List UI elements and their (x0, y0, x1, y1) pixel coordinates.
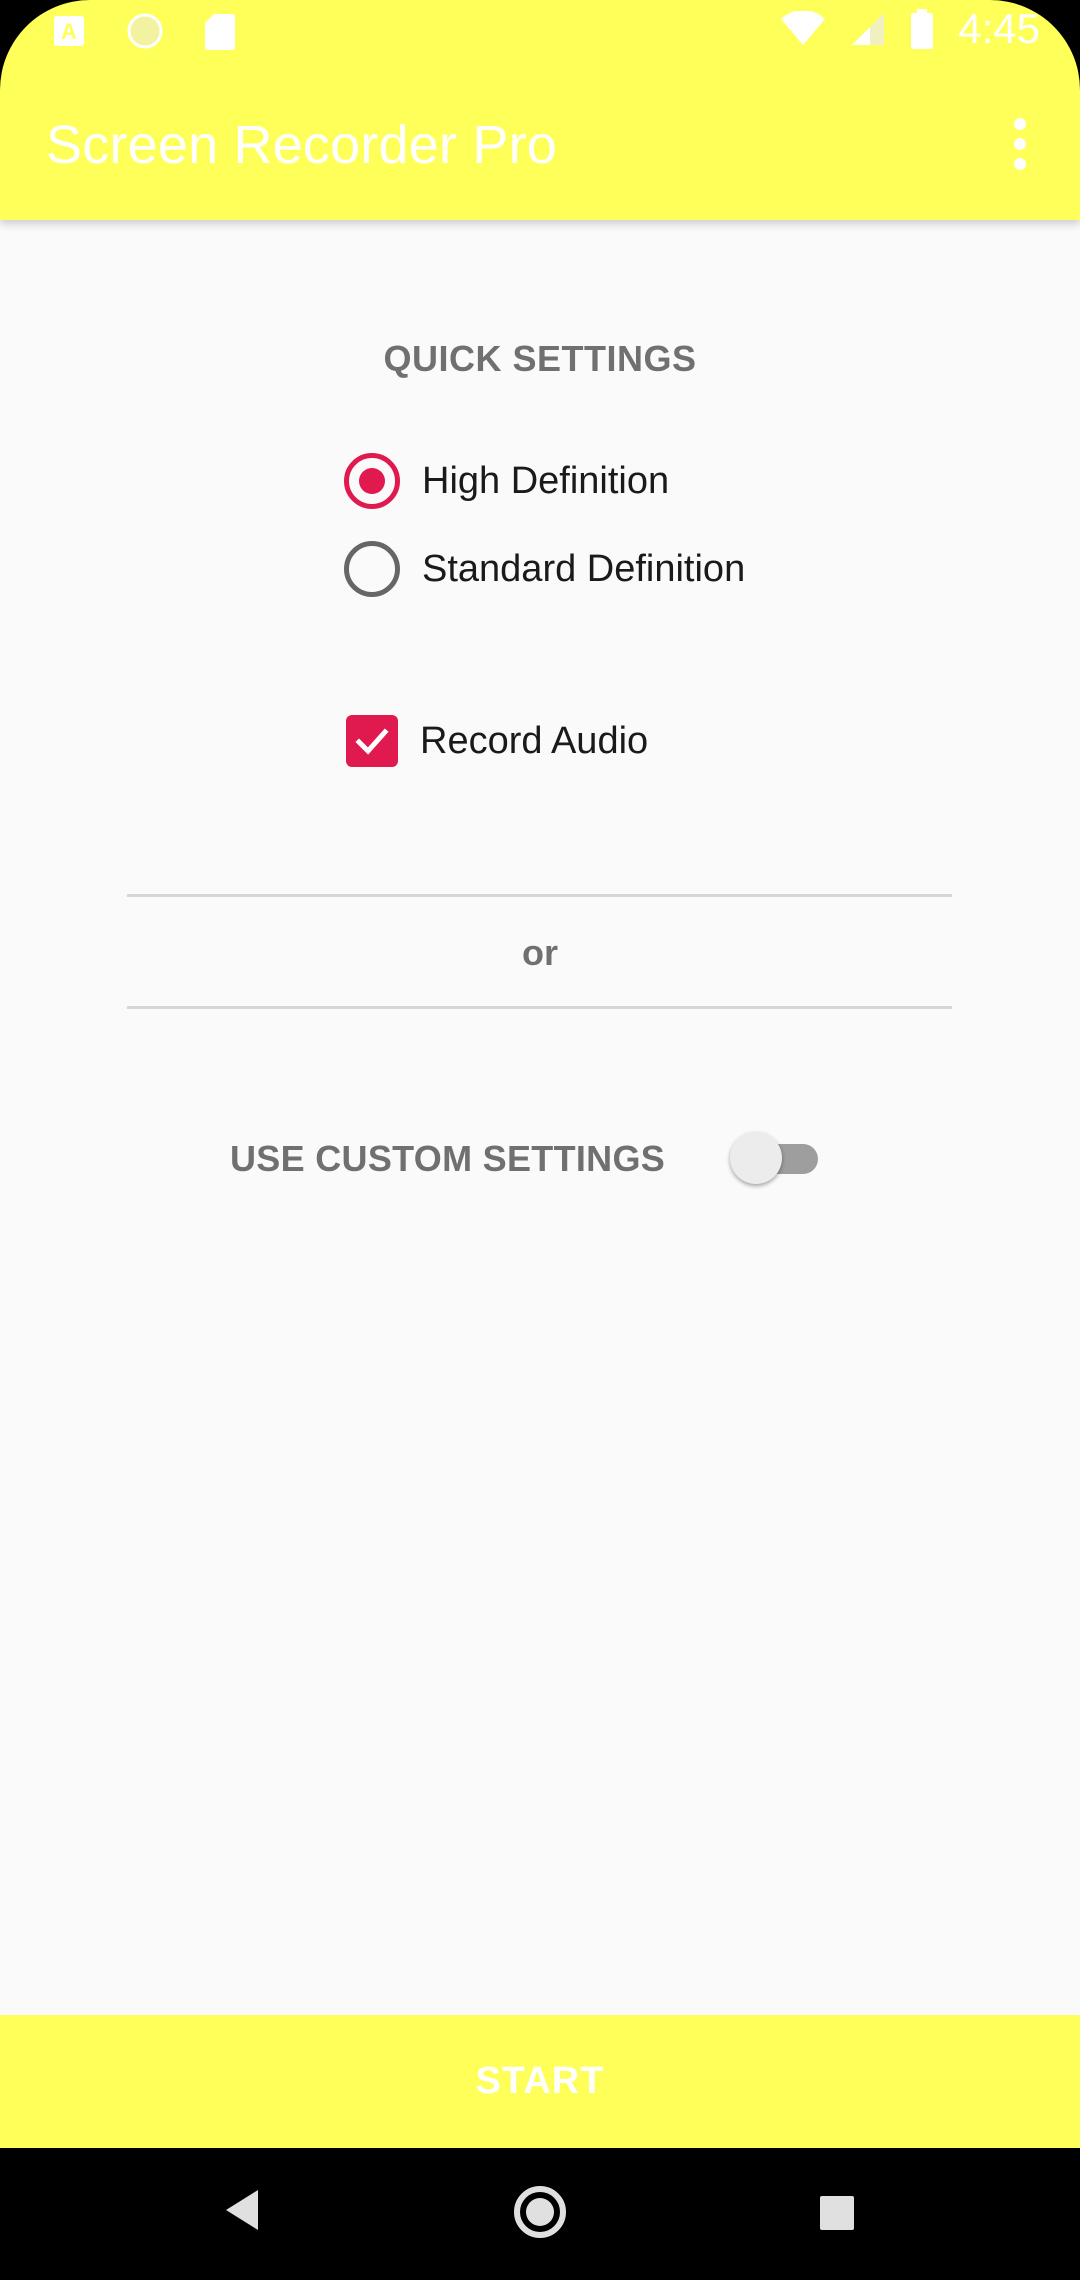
main-content: QUICK SETTINGS High Definition Standard … (0, 220, 1080, 2015)
divider-bottom (127, 1006, 952, 1009)
quick-settings-title: QUICK SETTINGS (383, 338, 697, 379)
status-bar-left: A (52, 12, 236, 50)
radio-dot (359, 468, 385, 494)
radio-button-selected[interactable] (344, 453, 400, 509)
more-vert-icon[interactable] (1000, 118, 1040, 170)
system-nav-bar (0, 2148, 1080, 2280)
custom-settings-switch[interactable] (730, 1130, 822, 1186)
divider-top (127, 894, 952, 897)
record-audio-checkbox-row[interactable]: Record Audio (346, 715, 648, 767)
radio-high-definition[interactable]: High Definition (344, 453, 669, 509)
battery-icon (911, 9, 934, 49)
home-icon[interactable] (514, 2186, 566, 2238)
start-button-label: START (475, 2060, 605, 2102)
or-separator: or (522, 932, 558, 973)
custom-settings-label: USE CUSTOM SETTINGS (230, 1138, 666, 1179)
start-button[interactable]: START (0, 2015, 1080, 2148)
back-icon[interactable] (222, 2188, 262, 2232)
svg-text:A: A (61, 19, 77, 44)
app-title: Screen Recorder Pro (46, 115, 558, 175)
radio-button-unselected[interactable] (344, 541, 400, 597)
wifi-icon (781, 11, 826, 45)
circle-icon (127, 13, 163, 49)
record-audio-label: Record Audio (420, 719, 649, 762)
radio-standard-definition[interactable]: Standard Definition (344, 541, 745, 597)
status-time: 4:45 (958, 5, 1040, 52)
top-bar: A 4:45 Screen Recorder Pro (0, 0, 1080, 220)
recents-icon[interactable] (820, 2196, 854, 2230)
switch-thumb (730, 1132, 782, 1184)
radio-label: Standard Definition (422, 547, 746, 590)
a-badge-icon: A (54, 16, 84, 46)
check-icon (355, 728, 389, 755)
device-screen: A 4:45 Screen Recorder Pro QUICK SETTING… (0, 0, 1080, 2280)
sd-card-icon (205, 14, 235, 50)
status-bar-right: 4:45 (780, 8, 1040, 50)
record-audio-checkbox[interactable] (346, 715, 398, 767)
signal-icon (852, 13, 885, 45)
radio-label: High Definition (422, 459, 670, 502)
